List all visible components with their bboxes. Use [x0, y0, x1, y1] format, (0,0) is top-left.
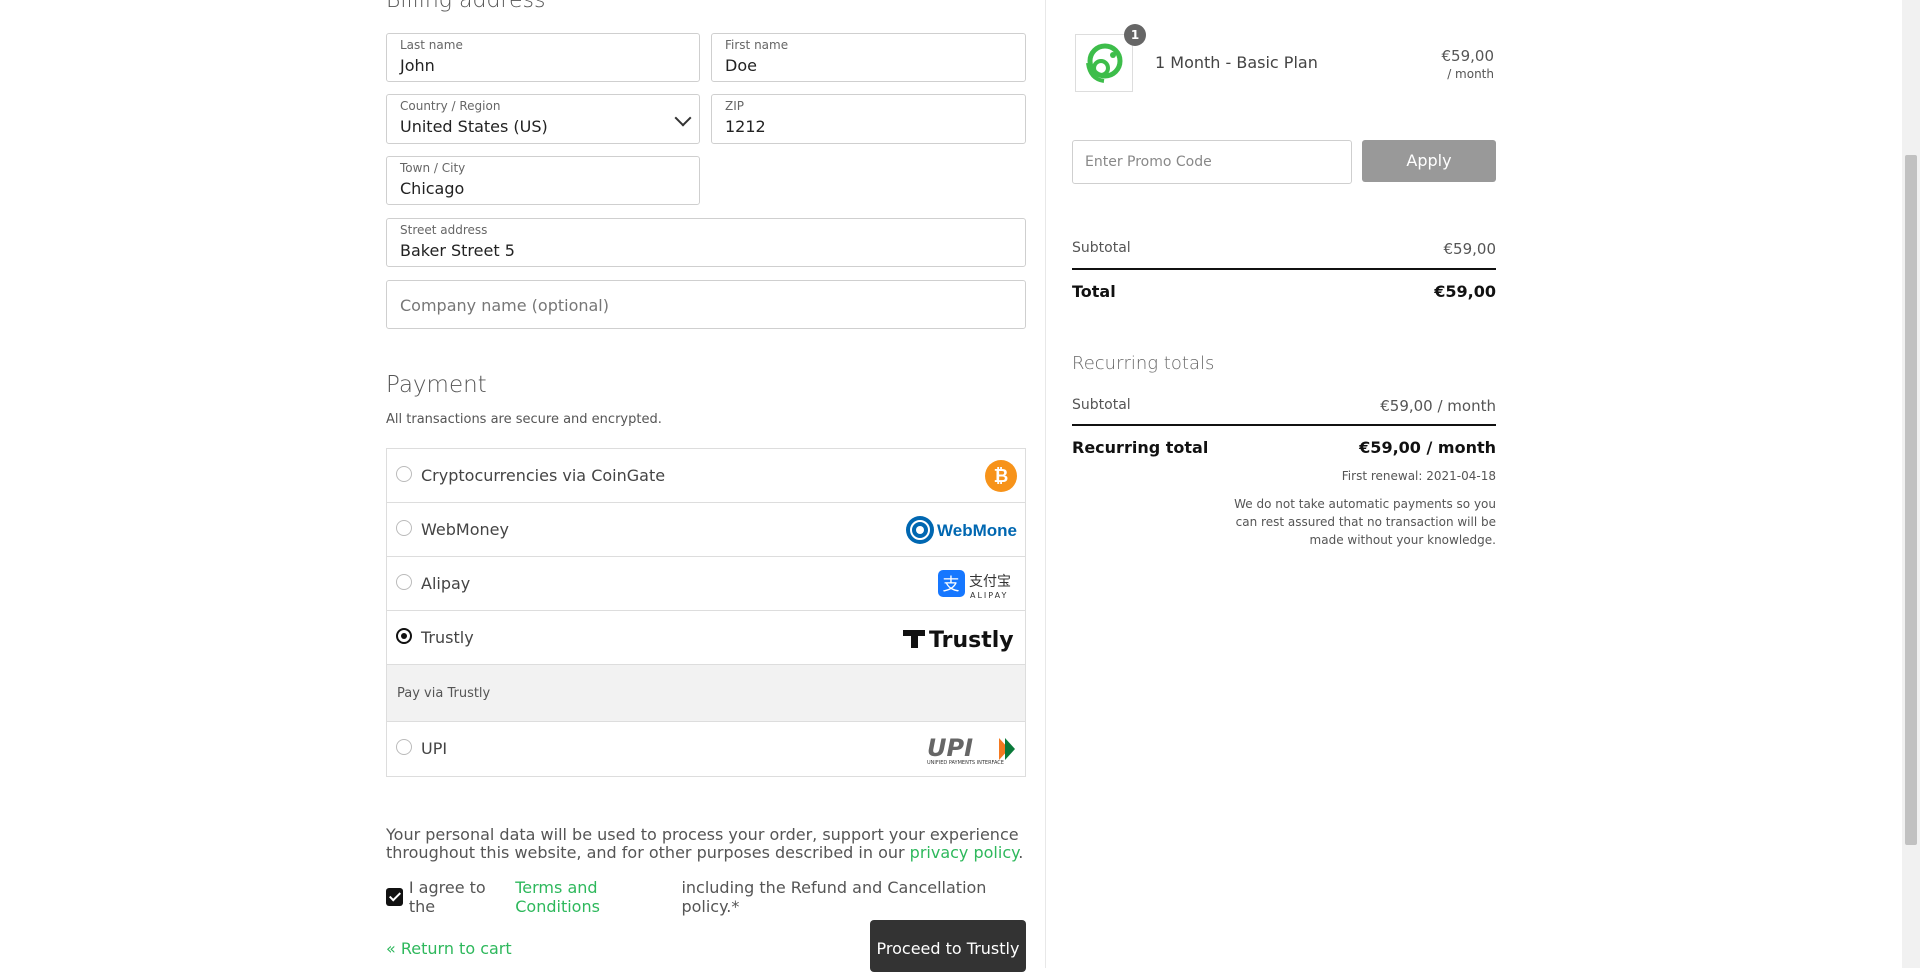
last-name-value: John [400, 56, 435, 75]
scrollbar-thumb[interactable] [1905, 155, 1917, 845]
method-label: Trustly [421, 628, 474, 647]
svg-text:ALIPAY: ALIPAY [970, 591, 1008, 600]
billing-heading: Billing address [386, 0, 546, 13]
total-row: Total €59,00 [1072, 282, 1496, 301]
divider-line [1072, 268, 1496, 270]
country-label: Country / Region [400, 99, 501, 113]
bitcoin-icon: ₿ [985, 459, 1017, 493]
payment-note: We do not take automatic payments so you… [1234, 497, 1496, 547]
terms-link[interactable]: Terms and Conditions [515, 878, 676, 916]
terms-agreement: I agree to the Terms and Conditions incl… [386, 878, 1026, 916]
zip-field[interactable]: ZIP 1212 [711, 94, 1026, 144]
payment-heading: Payment [386, 372, 487, 398]
product-name: 1 Month - Basic Plan [1155, 53, 1318, 72]
svg-text:支: 支 [943, 575, 960, 595]
promo-code-input[interactable]: Enter Promo Code [1072, 140, 1352, 184]
radio-alipay[interactable] [396, 574, 412, 590]
company-name-field[interactable]: Company name (optional) [386, 280, 1026, 329]
recurring-heading: Recurring totals [1072, 353, 1215, 374]
country-value: United States (US) [400, 117, 548, 136]
company-placeholder: Company name (optional) [400, 296, 609, 315]
upi-logo: UPI UNIFIED PAYMENTS INTERFACE [925, 732, 1017, 766]
proceed-button[interactable]: Proceed to Trustly [870, 920, 1026, 972]
street-label: Street address [400, 223, 488, 237]
alipay-logo: 支 支付宝 ALIPAY [937, 567, 1017, 601]
promo-placeholder: Enter Promo Code [1085, 154, 1212, 170]
total-value: €59,00 [1434, 282, 1496, 301]
city-value: Chicago [400, 179, 465, 198]
trustly-description: Pay via Trustly [397, 686, 491, 701]
subtotal-label: Subtotal [1072, 240, 1131, 256]
product-period: / month [1447, 67, 1494, 81]
recurring-subtotal-value: €59,00 / month [1380, 397, 1496, 415]
last-name-label: Last name [400, 38, 463, 52]
product-price: €59,00 [1441, 47, 1495, 65]
privacy-notice: Your personal data will be used to proce… [386, 826, 1026, 862]
trustly-logo: Trustly [901, 621, 1017, 655]
radio-webmoney[interactable] [396, 520, 412, 536]
method-label: WebMoney [421, 520, 509, 539]
zip-value: 1212 [725, 117, 766, 136]
privacy-end: . [1018, 843, 1024, 862]
street-value: Baker Street 5 [400, 241, 515, 260]
svg-text:Trustly: Trustly [929, 628, 1014, 653]
apply-button[interactable]: Apply [1362, 140, 1496, 182]
subtotal-row: Subtotal €59,00 [1072, 240, 1496, 258]
terms-checkbox[interactable] [386, 888, 403, 906]
column-divider [1045, 0, 1046, 968]
svg-text:UNIFIED PAYMENTS INTERFACE: UNIFIED PAYMENTS INTERFACE [927, 760, 1004, 766]
quantity-badge: 1 [1124, 24, 1146, 46]
divider-line [1072, 424, 1496, 426]
radio-trustly[interactable] [396, 628, 412, 644]
country-select[interactable]: Country / Region United States (US) [386, 94, 700, 144]
recurring-subtotal-row: Subtotal €59,00 / month [1072, 397, 1496, 415]
zip-label: ZIP [725, 99, 744, 113]
recurring-total-label: Recurring total [1072, 438, 1209, 457]
payment-method-alipay[interactable]: Alipay 支 支付宝 ALIPAY [387, 557, 1025, 611]
method-label: Cryptocurrencies via CoinGate [421, 466, 666, 485]
total-label: Total [1072, 282, 1116, 301]
terms-text-before: I agree to the [408, 878, 486, 916]
svg-text:WebMoney: WebMoney [937, 521, 1017, 540]
first-name-label: First name [725, 38, 789, 52]
street-address-field[interactable]: Street address Baker Street 5 [386, 218, 1026, 267]
recurring-subtotal-label: Subtotal [1072, 397, 1131, 413]
terms-text-after: including the Refund and Cancellation po… [681, 878, 987, 916]
payment-method-upi[interactable]: UPI UPI UNIFIED PAYMENTS INTERFACE [387, 722, 1025, 776]
payment-methods: Cryptocurrencies via CoinGate ₿ WebMoney… [386, 448, 1026, 777]
product-thumbnail [1075, 34, 1133, 92]
city-label: Town / City [400, 161, 466, 175]
radio-coingate[interactable] [396, 466, 412, 482]
svg-text:UPI: UPI [927, 734, 973, 762]
radio-upi[interactable] [396, 739, 412, 755]
webmoney-logo: WebMoney [905, 513, 1017, 547]
payment-method-trustly[interactable]: Trustly Trustly [387, 611, 1025, 665]
recurring-total-value: €59,00 / month [1359, 438, 1496, 457]
chevron-down-icon [674, 109, 692, 127]
payment-method-coingate[interactable]: Cryptocurrencies via CoinGate ₿ [387, 449, 1025, 503]
svg-text:₿: ₿ [994, 466, 1009, 487]
chameleon-logo-icon [1086, 43, 1123, 83]
svg-text:支付宝: 支付宝 [969, 574, 1011, 590]
city-field[interactable]: Town / City Chicago [386, 156, 700, 205]
recurring-total-row: Recurring total €59,00 / month [1072, 438, 1496, 457]
last-name-field[interactable]: Last name John [386, 33, 700, 82]
privacy-policy-link[interactable]: privacy policy [910, 843, 1019, 862]
first-name-value: Doe [725, 56, 757, 75]
first-renewal: First renewal: 2021-04-18 [1341, 469, 1496, 483]
return-to-cart-link[interactable]: « Return to cart [386, 939, 512, 958]
payment-method-webmoney[interactable]: WebMoney WebMoney [387, 503, 1025, 557]
subtotal-value: €59,00 [1443, 240, 1497, 258]
first-name-field[interactable]: First name Doe [711, 33, 1026, 82]
method-label: Alipay [421, 574, 471, 593]
trustly-description-box: Pay via Trustly [387, 665, 1025, 722]
secure-note: All transactions are secure and encrypte… [386, 412, 662, 427]
method-label: UPI [421, 739, 448, 758]
